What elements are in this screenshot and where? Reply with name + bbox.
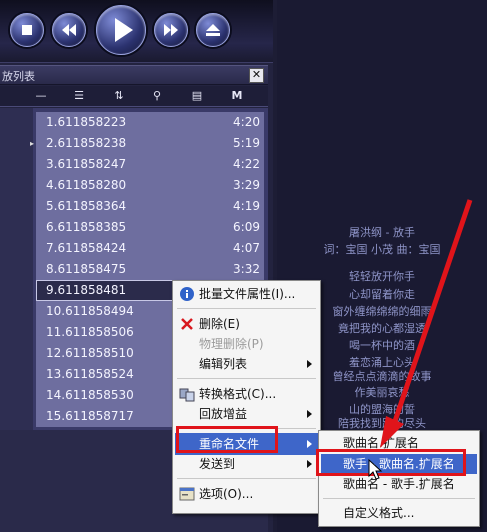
menu-separator <box>177 428 316 429</box>
playlist-toolbar: — ☰ ⇅ ⚲ ▤ M <box>0 86 268 107</box>
menu-item-label: 回放增益 <box>199 407 248 421</box>
previous-button[interactable] <box>52 13 86 47</box>
menu-separator <box>177 308 316 309</box>
menu-item-options[interactable]: 选项(O)... <box>175 483 318 505</box>
track-duration: 3:29 <box>233 178 260 192</box>
menu-item-label: 删除(E) <box>199 317 240 331</box>
submenu-item-title-artist-ext[interactable]: 歌曲名 - 歌手.扩展名 <box>321 474 477 494</box>
playlist-row[interactable]: 8.611858475 3:32 <box>36 259 264 280</box>
submenu-item-title-ext[interactable]: 歌曲名.扩展名 <box>321 433 477 453</box>
submenu-separator <box>323 498 475 499</box>
submenu-item-custom-format[interactable]: 自定义格式... <box>321 503 477 523</box>
menu-item-convert-format[interactable]: 转换格式(C)... <box>175 383 318 405</box>
options-icon <box>179 486 195 502</box>
submenu-item-label: 自定义格式... <box>343 506 415 520</box>
menu-item-rename-file[interactable]: 重命名文件 <box>175 433 318 455</box>
file-tool-button[interactable]: ▤ <box>188 88 206 104</box>
menu-separator <box>177 478 316 479</box>
info-icon <box>179 286 195 302</box>
track-title: 2.611858238 <box>46 136 127 150</box>
rename-submenu: 歌曲名.扩展名 歌手 - 歌曲名.扩展名 歌曲名 - 歌手.扩展名 自定义格式.… <box>318 430 480 527</box>
submenu-arrow-icon <box>307 440 312 448</box>
submenu-arrow-icon <box>307 460 312 468</box>
play-icon <box>115 18 133 42</box>
convert-icon <box>179 386 195 402</box>
submenu-arrow-icon <box>307 360 312 368</box>
playlist-row[interactable]: 6.611858385 6:09 <box>36 217 264 238</box>
close-icon: ✕ <box>251 68 262 81</box>
track-title: 3.611858247 <box>46 157 127 171</box>
stop-icon <box>22 25 32 35</box>
menu-item-label: 重命名文件 <box>199 437 260 451</box>
track-duration: 4:19 <box>233 199 260 213</box>
track-duration: 4:07 <box>233 241 260 255</box>
track-title: 15.611858717 <box>46 409 134 423</box>
m-tool-button[interactable]: M <box>228 88 246 104</box>
menu-item-label: 编辑列表 <box>199 357 248 371</box>
track-title: 9.611858481 <box>46 283 127 297</box>
track-title: 7.611858424 <box>46 241 127 255</box>
track-duration: 3:32 <box>233 262 260 276</box>
submenu-item-label: 歌曲名 - 歌手.扩展名 <box>343 477 455 491</box>
menu-separator <box>177 378 316 379</box>
eject-button[interactable] <box>196 13 230 47</box>
playlist-titlebar: 放列表 ✕ <box>0 65 268 85</box>
list-tool-button[interactable]: ☰ <box>70 88 88 104</box>
playlist-row[interactable]: 4.611858280 3:29 <box>36 175 264 196</box>
eject-icon <box>206 24 220 36</box>
submenu-item-artist-title-ext[interactable]: 歌手 - 歌曲名.扩展名 <box>321 454 477 474</box>
search-tool-button[interactable]: ⚲ <box>148 88 166 104</box>
track-title: 6.611858385 <box>46 220 127 234</box>
lyric-line: 屠洪纲 - 放手 <box>349 226 415 239</box>
track-duration: 5:19 <box>233 136 260 150</box>
context-menu: 批量文件属性(I)... 删除(E) 物理删除(P) 编辑列表 转换格式(C).… <box>172 280 321 514</box>
menu-item-delete[interactable]: 删除(E) <box>175 313 318 335</box>
menu-item-label: 发送到 <box>199 457 236 471</box>
track-title: 12.611858510 <box>46 346 134 360</box>
track-title: 1.611858223 <box>46 115 127 129</box>
menu-item-batch-properties[interactable]: 批量文件属性(I)... <box>175 283 318 305</box>
menu-item-label: 转换格式(C)... <box>199 387 277 401</box>
track-duration: 4:20 <box>233 115 260 129</box>
playlist-row[interactable]: 7.611858424 4:07 <box>36 238 264 259</box>
rewind-icon <box>62 24 76 36</box>
menu-item-send-to[interactable]: 发送到 <box>175 453 318 475</box>
close-button[interactable]: ✕ <box>249 68 264 83</box>
track-title: 10.611858494 <box>46 304 134 318</box>
playing-marker-icon: ▸ <box>30 139 35 148</box>
track-duration: 6:09 <box>233 220 260 234</box>
sort-tool-button[interactable]: ⇅ <box>110 88 128 104</box>
next-button[interactable] <box>154 13 188 47</box>
menu-item-label: 选项(O)... <box>199 487 254 501</box>
playlist-left-pane <box>0 108 33 430</box>
track-title: 5.611858364 <box>46 199 127 213</box>
playlist-row[interactable]: 3.611858247 4:22 <box>36 154 264 175</box>
playlist-row[interactable]: 5.611858364 4:19 <box>36 196 264 217</box>
menu-item-physical-delete[interactable]: 物理删除(P) <box>175 333 318 355</box>
playlist-row[interactable]: ▸ 2.611858238 5:19 <box>30 133 264 154</box>
playlist-title: 放列表 <box>2 70 35 83</box>
stop-button[interactable] <box>10 13 44 47</box>
track-title: 13.611858524 <box>46 367 134 381</box>
delete-x-icon <box>179 316 195 332</box>
transport-bar <box>0 0 273 63</box>
menu-item-label: 批量文件属性(I)... <box>199 287 296 301</box>
submenu-arrow-icon <box>307 410 312 418</box>
menu-item-edit-list[interactable]: 编辑列表 <box>175 353 318 375</box>
track-title: 4.611858280 <box>46 178 127 192</box>
submenu-item-label: 歌手 - 歌曲名.扩展名 <box>343 457 455 471</box>
menu-item-replay-gain[interactable]: 回放增益 <box>175 403 318 425</box>
track-duration: 4:22 <box>233 157 260 171</box>
submenu-item-label: 歌曲名.扩展名 <box>343 436 419 450</box>
track-title: 11.611858506 <box>46 325 134 339</box>
fast-forward-icon <box>164 24 178 36</box>
play-button[interactable] <box>96 5 146 55</box>
menu-item-label: 物理删除(P) <box>199 337 264 351</box>
playlist-row[interactable]: 1.611858223 4:20 <box>36 112 264 133</box>
lyric-line: 词：宝国 小茂 曲：宝国 <box>323 243 441 256</box>
track-title: 14.611858530 <box>46 388 134 402</box>
track-title: 8.611858475 <box>46 262 127 276</box>
remove-tool-button[interactable]: — <box>32 88 50 104</box>
